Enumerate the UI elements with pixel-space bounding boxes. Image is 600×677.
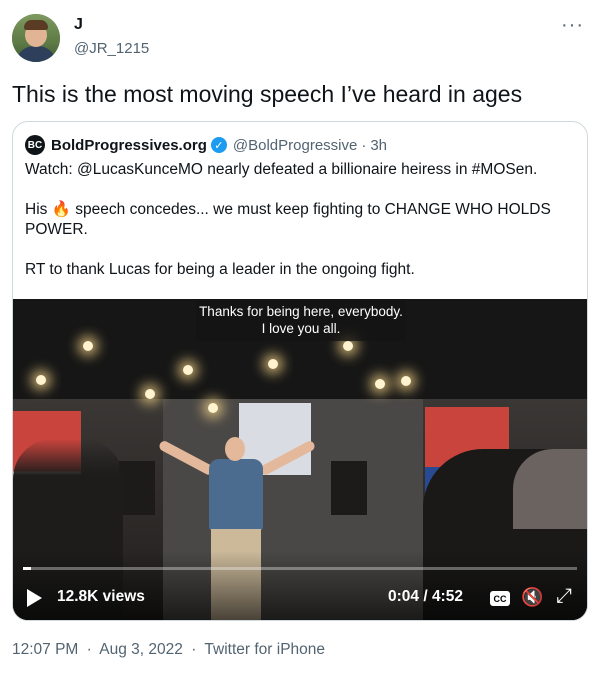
tweet-date[interactable]: Aug 3, 2022 xyxy=(99,641,183,658)
video-controls-gradient xyxy=(13,551,587,620)
separator-dot: · xyxy=(191,641,197,658)
video-crowd xyxy=(513,449,587,529)
quoted-text-line: Watch: @LucasKunceMO nearly defeated a b… xyxy=(25,161,538,178)
video-light xyxy=(375,379,385,389)
tweet-footer: 12:07 PM · Aug 3, 2022 · Twitter for iPh… xyxy=(12,641,329,659)
tweet-time[interactable]: 12:07 PM xyxy=(12,641,78,658)
quoted-text-line: RT to thank Lucas for being a leader in … xyxy=(25,261,415,278)
video-caption: Thanks for being here, everybody. I love… xyxy=(196,299,406,341)
video-light xyxy=(36,375,46,385)
video-light xyxy=(183,365,193,375)
closed-captions-icon[interactable]: CC xyxy=(490,591,510,606)
caption-line: Thanks for being here, everybody. xyxy=(199,304,403,319)
video-light xyxy=(145,389,155,399)
tweet-header: J @JR_1215 ··· xyxy=(12,14,588,70)
tweet-source[interactable]: Twitter for iPhone xyxy=(204,641,325,658)
quoted-handle[interactable]: @BoldProgressive xyxy=(233,137,357,154)
user-handle[interactable]: @JR_1215 xyxy=(74,40,149,57)
separator-dot: · xyxy=(86,641,92,658)
quoted-display-name[interactable]: BoldProgressives.org xyxy=(51,137,207,154)
verified-icon: ✓ xyxy=(210,137,227,153)
video-progress-fill xyxy=(23,567,31,570)
avatar[interactable] xyxy=(12,14,60,62)
quoted-tweet-header: BC BoldProgressives.org ✓ @BoldProgressi… xyxy=(25,134,387,156)
tweet-text: This is the most moving speech I’ve hear… xyxy=(12,81,523,107)
video-speaker-box xyxy=(119,461,155,515)
display-name[interactable]: J xyxy=(74,16,83,34)
quoted-avatar[interactable]: BC xyxy=(25,135,45,155)
video-person-head xyxy=(225,437,245,461)
video-light xyxy=(208,403,218,413)
quoted-time[interactable]: 3h xyxy=(370,137,387,154)
video-player[interactable]: Thanks for being here, everybody. I love… xyxy=(13,299,587,620)
play-icon[interactable] xyxy=(27,589,42,607)
video-progress-bar[interactable] xyxy=(23,567,577,570)
video-light xyxy=(268,359,278,369)
separator-dot: · xyxy=(361,136,367,154)
video-light xyxy=(343,341,353,351)
caption-line: I love you all. xyxy=(261,321,341,336)
quoted-tweet-text: Watch: @LucasKunceMO nearly defeated a b… xyxy=(25,160,575,300)
quoted-tweet[interactable]: BC BoldProgressives.org ✓ @BoldProgressi… xyxy=(12,121,588,621)
fullscreen-icon[interactable]: ⤢ xyxy=(556,585,572,608)
video-light xyxy=(401,376,411,386)
video-speaker-box xyxy=(331,461,367,515)
video-light xyxy=(83,341,93,351)
video-person-body xyxy=(209,459,263,531)
view-count: 12.8K views xyxy=(57,588,145,605)
more-horizontal-icon[interactable]: ··· xyxy=(561,14,584,37)
video-time: 0:04 / 4:52 xyxy=(388,588,463,605)
mute-icon[interactable]: 🔇 xyxy=(521,587,543,608)
quoted-text-line: His 🔥 speech concedes... we must keep fi… xyxy=(25,201,551,238)
